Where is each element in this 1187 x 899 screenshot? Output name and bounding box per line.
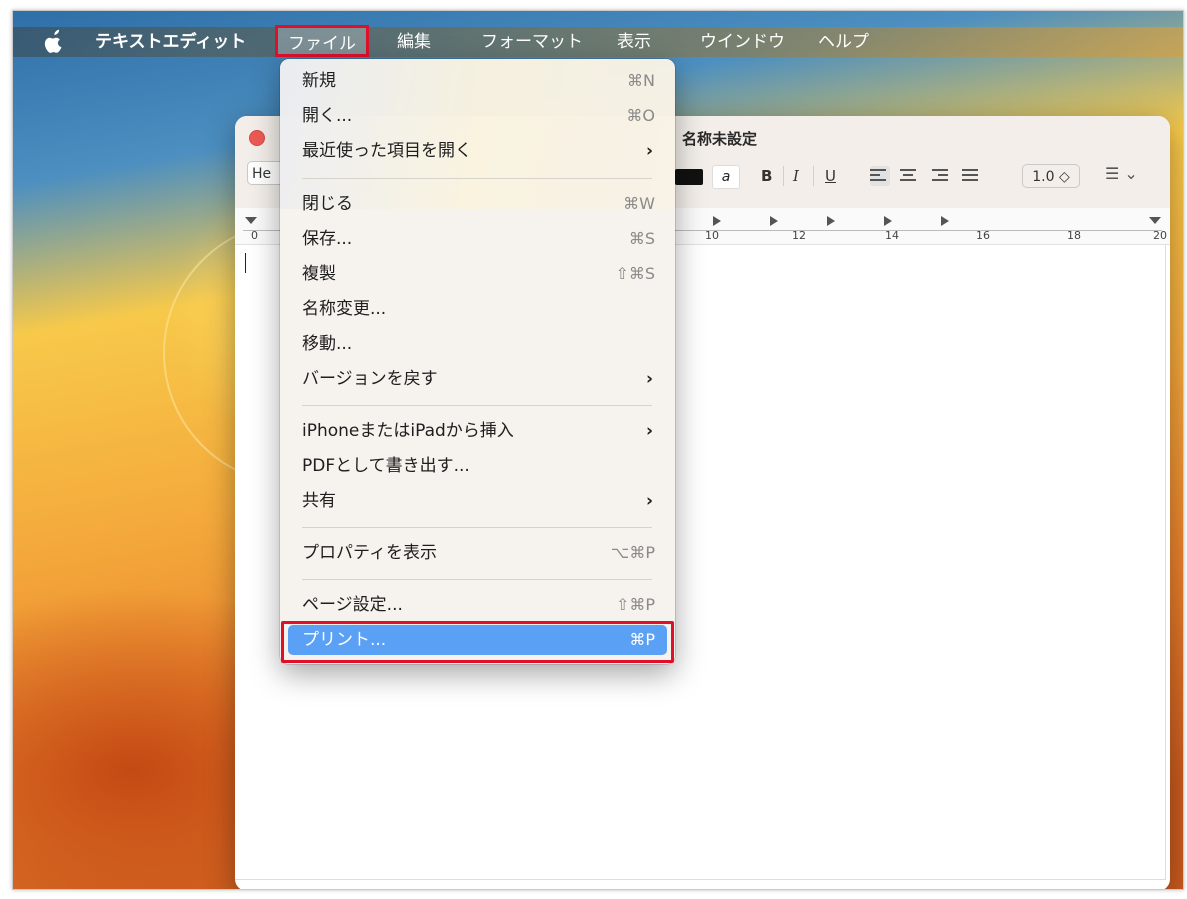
menu-item-shortcut: ⇧⌘S xyxy=(615,264,655,283)
menu-item-rename[interactable]: 名称変更... xyxy=(288,295,667,323)
close-window-button[interactable] xyxy=(249,130,265,146)
chevron-right-icon: › xyxy=(645,141,653,161)
menu-item-share[interactable]: 共有 › xyxy=(288,487,667,515)
menu-item-label: バージョンを戻す xyxy=(302,369,438,389)
menu-item-insert-from-iphone[interactable]: iPhoneまたはiPadから挿入 › xyxy=(288,417,667,445)
print-highlight-box xyxy=(281,621,674,663)
ruler-number: 0 xyxy=(251,229,258,242)
toolbar-divider xyxy=(783,166,784,186)
ruler-number: 14 xyxy=(885,229,899,242)
list-bullets-icon[interactable]: ☰ ⌄ xyxy=(1105,164,1138,183)
menu-item-label: 開く... xyxy=(302,106,353,126)
align-justify-icon[interactable] xyxy=(962,166,982,186)
apple-icon[interactable] xyxy=(43,29,65,55)
chevron-right-icon: › xyxy=(645,369,653,389)
menu-item-open[interactable]: 開く... ⌘O xyxy=(288,102,667,130)
menu-bar: テキストエディット ファイル 編集 フォーマット 表示 ウインドウ ヘルプ xyxy=(13,25,1183,57)
text-caret xyxy=(245,253,246,273)
left-indent-marker[interactable] xyxy=(245,217,257,224)
align-center-icon[interactable] xyxy=(900,166,920,186)
menu-item-export-pdf[interactable]: PDFとして書き出す... xyxy=(288,452,667,480)
text-color-swatch[interactable] xyxy=(675,169,703,185)
menu-item-label: PDFとして書き出す... xyxy=(302,456,470,476)
menu-item-duplicate[interactable]: 複製 ⇧⌘S xyxy=(288,260,667,288)
tab-stop-marker[interactable] xyxy=(713,216,721,226)
menu-item-shortcut: ⌥⌘P xyxy=(610,543,655,562)
file-menu: 新規 ⌘N 開く... ⌘O 最近使った項目を開く › 閉じる ⌘W 保存...… xyxy=(280,59,675,664)
ruler-number: 12 xyxy=(792,229,806,242)
menu-item-properties[interactable]: プロパティを表示 ⌥⌘P xyxy=(288,539,667,567)
menu-item-new[interactable]: 新規 ⌘N xyxy=(288,67,667,95)
menubar-help[interactable]: ヘルプ xyxy=(818,30,869,54)
menu-item-label: 保存... xyxy=(302,229,353,249)
menu-item-label: ページ設定... xyxy=(302,595,403,615)
menubar-edit[interactable]: 編集 xyxy=(397,30,431,54)
menu-separator xyxy=(302,405,652,406)
align-left-icon[interactable] xyxy=(870,166,890,186)
ruler-number: 20 xyxy=(1153,229,1167,242)
menu-item-label: 閉じる xyxy=(302,194,353,214)
align-right-icon[interactable] xyxy=(932,166,952,186)
window-title: 名称未設定 xyxy=(682,130,758,148)
menu-item-page-setup[interactable]: ページ設定... ⇧⌘P xyxy=(288,591,667,619)
menubar-view[interactable]: 表示 xyxy=(617,30,651,54)
chevron-right-icon: › xyxy=(645,421,653,441)
menu-separator xyxy=(302,178,652,179)
menu-item-shortcut: ⌘W xyxy=(623,194,655,213)
menu-item-label: 複製 xyxy=(302,264,336,284)
menu-item-label: 移動... xyxy=(302,334,353,354)
bold-button[interactable]: B xyxy=(761,164,772,188)
tab-stop-marker[interactable] xyxy=(884,216,892,226)
tab-stop-marker[interactable] xyxy=(941,216,949,226)
screenshot-frame: テキストエディット ファイル 編集 フォーマット 表示 ウインドウ ヘルプ 名称… xyxy=(12,10,1184,890)
menu-item-save[interactable]: 保存... ⌘S xyxy=(288,225,667,253)
menu-separator xyxy=(302,527,652,528)
menu-item-label: 最近使った項目を開く xyxy=(302,141,472,161)
menu-item-shortcut: ⌘S xyxy=(628,229,655,248)
menubar-app-name[interactable]: テキストエディット xyxy=(95,30,246,54)
line-spacing-select[interactable]: 1.0 ◇ xyxy=(1022,164,1080,188)
menu-separator xyxy=(302,579,652,580)
toolbar-divider xyxy=(813,166,814,186)
menubar-file[interactable]: ファイル xyxy=(275,25,369,57)
menu-item-label: 共有 xyxy=(302,491,336,511)
menu-item-close[interactable]: 閉じる ⌘W xyxy=(288,190,667,218)
italic-button[interactable]: I xyxy=(793,164,799,188)
menu-item-label: プロパティを表示 xyxy=(302,543,437,563)
menu-item-label: 新規 xyxy=(302,71,336,91)
menu-item-move[interactable]: 移動... xyxy=(288,330,667,358)
ruler-number: 16 xyxy=(976,229,990,242)
menubar-format[interactable]: フォーマット xyxy=(481,30,583,54)
right-indent-marker[interactable] xyxy=(1149,217,1161,224)
menu-item-label: iPhoneまたはiPadから挿入 xyxy=(302,421,514,441)
menu-item-shortcut: ⌘N xyxy=(627,71,655,90)
menu-item-shortcut: ⇧⌘P xyxy=(615,595,655,614)
menu-item-revert[interactable]: バージョンを戻す › xyxy=(288,365,667,393)
menu-item-open-recent[interactable]: 最近使った項目を開く › xyxy=(288,137,667,165)
highlight-color-icon[interactable]: a xyxy=(712,165,740,189)
tab-stop-marker[interactable] xyxy=(827,216,835,226)
tab-stop-marker[interactable] xyxy=(770,216,778,226)
menu-item-shortcut: ⌘O xyxy=(626,106,655,125)
chevron-right-icon: › xyxy=(645,491,653,511)
ruler-number: 10 xyxy=(705,229,719,242)
ruler-number: 18 xyxy=(1067,229,1081,242)
menubar-window[interactable]: ウインドウ xyxy=(700,30,785,54)
menu-item-label: 名称変更... xyxy=(302,299,387,319)
underline-button[interactable]: U xyxy=(825,164,836,188)
